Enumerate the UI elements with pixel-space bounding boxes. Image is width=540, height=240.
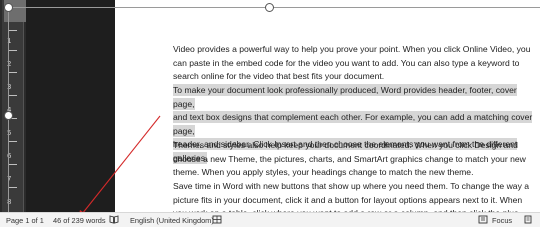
dark-margin-area [26, 0, 115, 212]
resize-handle[interactable] [265, 3, 274, 12]
language-indicator[interactable]: English (United Kingdom) [130, 216, 214, 225]
page-count[interactable]: Page 1 of 1 [6, 216, 44, 225]
word-count[interactable]: 46 of 239 words [53, 216, 106, 225]
annotation-frame-top [8, 7, 540, 8]
focus-icon[interactable] [478, 215, 488, 226]
ruler-tick [9, 95, 17, 96]
resize-handle[interactable] [4, 111, 13, 120]
selected-line[interactable]: To make your document look professionall… [173, 84, 538, 111]
accessibility-icon[interactable] [212, 215, 222, 226]
book-icon[interactable] [109, 215, 119, 226]
ruler-tick [9, 30, 17, 31]
paragraph-themes[interactable]: Themes and styles also help keep your do… [173, 139, 538, 180]
word-window: 1 2 3 4 5 6 7 8 Video provides a powerfu… [0, 0, 540, 227]
status-bar: Page 1 of 1 46 of 239 words English (Uni… [0, 212, 540, 227]
ruler-tick [9, 187, 17, 188]
paragraph-video[interactable]: Video provides a powerful way to help yo… [173, 43, 538, 84]
focus-button[interactable]: Focus [492, 216, 512, 225]
document-page[interactable]: Video provides a powerful way to help yo… [115, 0, 540, 227]
annotation-frame-left [8, 7, 9, 212]
ruler-tick [9, 72, 17, 73]
print-layout-icon[interactable] [523, 215, 533, 226]
resize-handle[interactable] [4, 3, 13, 12]
ruler-tick [9, 141, 17, 142]
ruler-tick [9, 50, 17, 51]
ruler-tick [9, 164, 17, 165]
selected-line[interactable]: and text box designs that complement eac… [173, 111, 538, 138]
vertical-ruler[interactable]: 1 2 3 4 5 6 7 8 [2, 0, 26, 212]
